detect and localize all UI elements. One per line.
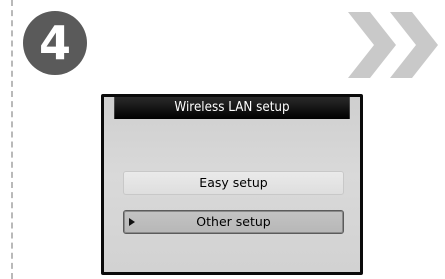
step-number-badge: 4: [23, 11, 87, 75]
menu-item-label: Other setup: [196, 214, 271, 229]
menu-item-easy-setup[interactable]: Easy setup: [123, 171, 344, 195]
triangle-right-icon: [129, 218, 135, 226]
chevron-right-icon: [390, 12, 438, 78]
printer-lcd-frame: Wireless LAN setup Easy setup Other setu…: [101, 94, 363, 275]
double-chevron-right-icon: [348, 12, 438, 78]
printer-lcd-screen: Wireless LAN setup Easy setup Other setu…: [104, 97, 360, 272]
dashed-divider: [11, 0, 13, 279]
chevron-right-icon: [348, 12, 396, 78]
instruction-page: 4 Wireless LAN setup Easy setup Other se…: [0, 0, 445, 279]
menu-item-label: Easy setup: [199, 175, 268, 190]
screen-title: Wireless LAN setup: [114, 97, 350, 119]
menu-item-other-setup[interactable]: Other setup: [123, 210, 344, 234]
